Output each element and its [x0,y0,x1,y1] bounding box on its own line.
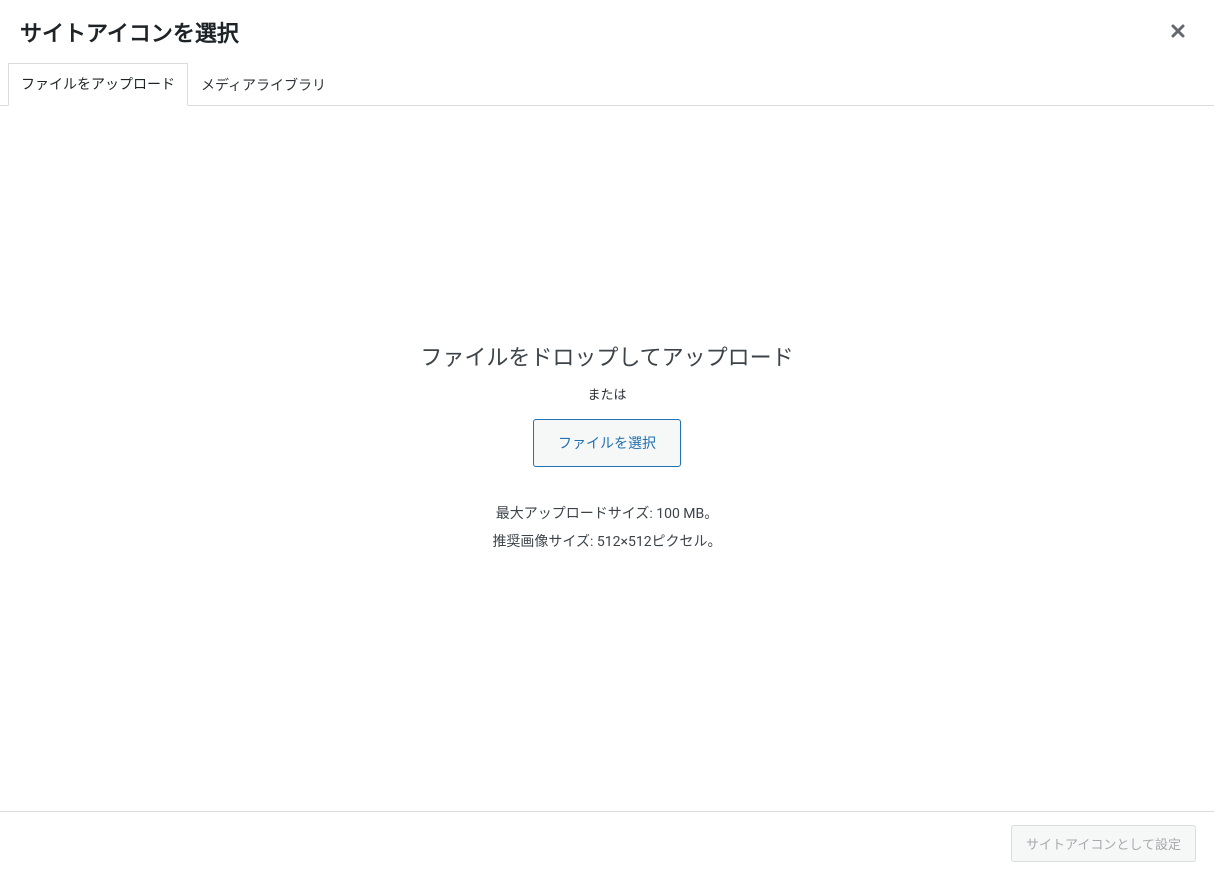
upload-panel: ファイルをドロップしてアップロード または ファイルを選択 最大アップロードサイ… [0,106,1214,559]
modal-title: サイトアイコンを選択 [20,16,239,48]
max-upload-size: 最大アップロードサイズ: 100 MB。 [496,503,718,523]
set-site-icon-button[interactable]: サイトアイコンとして設定 [1011,825,1196,862]
or-separator: または [587,384,626,403]
tab-bar: ファイルをアップロード メディアライブラリ [0,62,1214,106]
modal-header: サイトアイコンを選択 [0,0,1214,62]
recommended-image-size: 推奨画像サイズ: 512×512ピクセル。 [492,531,721,551]
select-files-button[interactable]: ファイルを選択 [533,419,681,467]
drop-instructions: ファイルをドロップしてアップロード [420,340,793,372]
close-button[interactable] [1162,17,1194,47]
tab-media-library[interactable]: メディアライブラリ [188,63,339,106]
tab-upload-files[interactable]: ファイルをアップロード [8,63,188,106]
close-icon [1170,19,1186,44]
modal-footer: サイトアイコンとして設定 [0,811,1214,875]
